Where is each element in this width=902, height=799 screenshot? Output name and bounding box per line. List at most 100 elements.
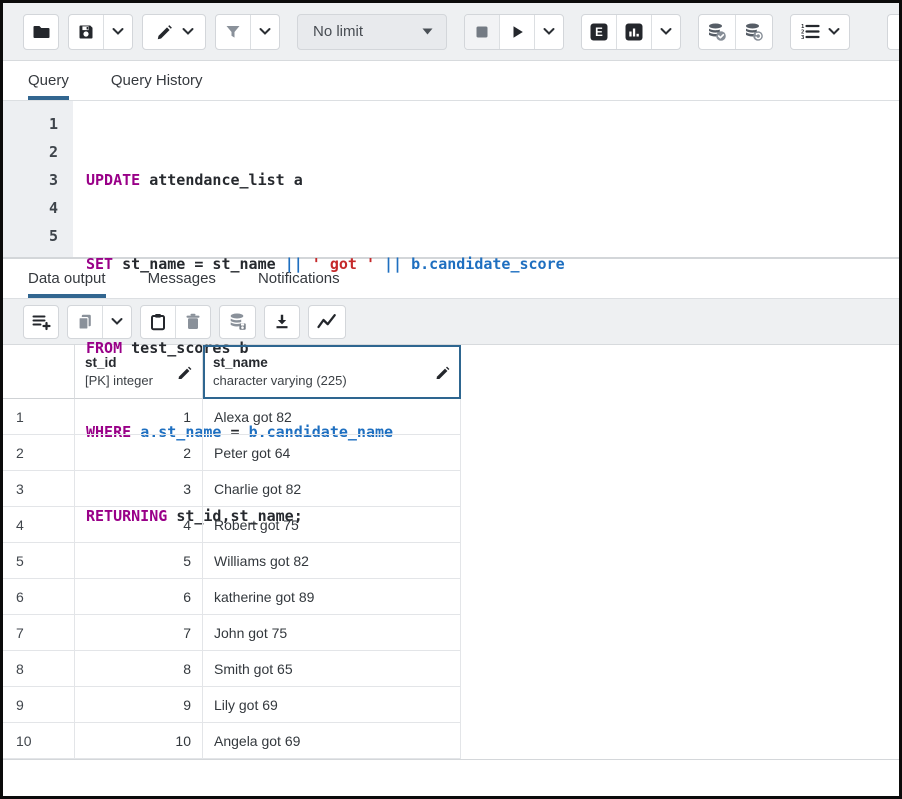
st-name-cell[interactable]: Alexa got 82: [203, 399, 461, 435]
explain-analyze-button[interactable]: [616, 15, 651, 49]
macros-group: 123: [790, 14, 850, 50]
st-name-cell[interactable]: John got 75: [203, 615, 461, 651]
tab-query[interactable]: Query: [28, 61, 69, 100]
st-id-cell[interactable]: 6: [75, 579, 203, 615]
st-name-cell[interactable]: Robert got 75: [203, 507, 461, 543]
st-id-cell[interactable]: 2: [75, 435, 203, 471]
paste-button[interactable]: [141, 306, 175, 338]
execute-group: [464, 14, 564, 50]
row-number-cell[interactable]: 8: [3, 651, 75, 687]
horizontal-scroll-area[interactable]: [3, 759, 899, 796]
table-row: 10 10 Angela got 69: [3, 723, 899, 759]
copy-group: [67, 305, 132, 339]
open-file-button[interactable]: [24, 15, 58, 49]
column-type: [PK] integer: [85, 372, 153, 390]
st-id-cell[interactable]: 5: [75, 543, 203, 579]
st-id-cell[interactable]: 8: [75, 651, 203, 687]
paste-delete-group: [140, 305, 211, 339]
svg-text:E: E: [595, 27, 603, 39]
sql-line: UPDATE attendance_list a: [86, 166, 565, 194]
explain-options-dropdown[interactable]: [651, 15, 680, 49]
filter-options-dropdown[interactable]: [250, 15, 279, 49]
row-number-cell[interactable]: 2: [3, 435, 75, 471]
row-number-cell[interactable]: 3: [3, 471, 75, 507]
st-name-cell[interactable]: Williams got 82: [203, 543, 461, 579]
edit-dropdown-button[interactable]: [143, 15, 205, 49]
svg-text:3: 3: [801, 35, 804, 41]
trash-icon: [183, 312, 203, 332]
line-number: 1: [3, 110, 58, 138]
results-grid: st_id [PK] integer st_name character var…: [3, 345, 899, 759]
tab-notifications[interactable]: Notifications: [258, 259, 340, 298]
add-row-group: [23, 305, 59, 339]
explain-button[interactable]: E: [582, 15, 616, 49]
st-name-cell[interactable]: Smith got 65: [203, 651, 461, 687]
commit-button[interactable]: [699, 15, 735, 49]
save-data-changes-button[interactable]: [220, 306, 255, 338]
edit-pencil-icon: [155, 22, 175, 42]
column-header-st-id[interactable]: st_id [PK] integer: [75, 345, 203, 399]
column-name: st_id: [85, 354, 153, 372]
add-row-button[interactable]: [24, 306, 58, 338]
graph-line-icon: [316, 312, 338, 332]
st-name-cell[interactable]: Peter got 64: [203, 435, 461, 471]
save-file-button[interactable]: [69, 15, 103, 49]
edit-column-icon[interactable]: [435, 364, 450, 379]
st-id-cell[interactable]: 1: [75, 399, 203, 435]
st-id-cell[interactable]: 4: [75, 507, 203, 543]
table-row: 9 9 Lily got 69: [3, 687, 899, 723]
tab-messages[interactable]: Messages: [148, 259, 216, 298]
filter-button[interactable]: [216, 15, 250, 49]
query-tool-window: No limit E: [0, 0, 902, 799]
execute-query-button[interactable]: [499, 15, 534, 49]
cancel-query-button[interactable]: [465, 15, 499, 49]
tab-data-output[interactable]: Data output: [28, 259, 106, 298]
rollback-button[interactable]: [735, 15, 772, 49]
column-header-texts: st_id [PK] integer: [85, 354, 153, 390]
row-number-cell[interactable]: 4: [3, 507, 75, 543]
st-name-cell[interactable]: Lily got 69: [203, 687, 461, 723]
copy-options-dropdown[interactable]: [102, 306, 131, 338]
chevron-down-icon: [111, 317, 123, 326]
st-name-cell[interactable]: Angela got 69: [203, 723, 461, 759]
chevron-down-icon: [182, 27, 194, 36]
row-number-cell[interactable]: 1: [3, 399, 75, 435]
row-number-cell[interactable]: 10: [3, 723, 75, 759]
row-number-cell[interactable]: 7: [3, 615, 75, 651]
st-id-cell[interactable]: 9: [75, 687, 203, 723]
download-results-button[interactable]: [265, 306, 299, 338]
transaction-group: [698, 14, 773, 50]
tab-query-history[interactable]: Query History: [111, 61, 203, 100]
st-id-cell[interactable]: 10: [75, 723, 203, 759]
execute-options-dropdown[interactable]: [534, 15, 563, 49]
copy-button[interactable]: [68, 306, 102, 338]
chevron-down-icon: [112, 27, 124, 36]
column-header-st-name[interactable]: st_name character varying (225): [203, 345, 461, 399]
edit-column-icon[interactable]: [177, 364, 192, 379]
sql-code-area[interactable]: UPDATE attendance_list a SET st_name = s…: [73, 101, 565, 257]
st-id-cell[interactable]: 3: [75, 471, 203, 507]
st-id-cell[interactable]: 7: [75, 615, 203, 651]
delete-rows-button[interactable]: [175, 306, 210, 338]
save-options-dropdown[interactable]: [103, 15, 132, 49]
st-name-cell[interactable]: Charlie got 82: [203, 471, 461, 507]
clipped-toolbar-button[interactable]: [887, 14, 899, 50]
explain-analyze-chart-icon: [624, 22, 644, 42]
graph-visualiser-button[interactable]: [309, 306, 345, 338]
st-name-cell[interactable]: katherine got 89: [203, 579, 461, 615]
download-icon: [272, 312, 292, 332]
sql-editor[interactable]: 1 2 3 4 5 UPDATE attendance_list a SET s…: [3, 101, 899, 257]
stop-square-icon: [472, 22, 492, 42]
caret-down-icon: [422, 28, 433, 35]
save-data-group: [219, 305, 256, 339]
select-all-header-cell[interactable]: [3, 345, 75, 399]
table-row: 6 6 katherine got 89: [3, 579, 899, 615]
row-limit-select[interactable]: No limit: [297, 14, 447, 50]
macros-numbered-list-icon: 123: [800, 22, 822, 41]
row-number-cell[interactable]: 9: [3, 687, 75, 723]
table-row: 8 8 Smith got 65: [3, 651, 899, 687]
main-toolbar: No limit E: [3, 3, 899, 61]
row-number-cell[interactable]: 6: [3, 579, 75, 615]
macros-dropdown-button[interactable]: 123: [791, 15, 849, 49]
row-number-cell[interactable]: 5: [3, 543, 75, 579]
